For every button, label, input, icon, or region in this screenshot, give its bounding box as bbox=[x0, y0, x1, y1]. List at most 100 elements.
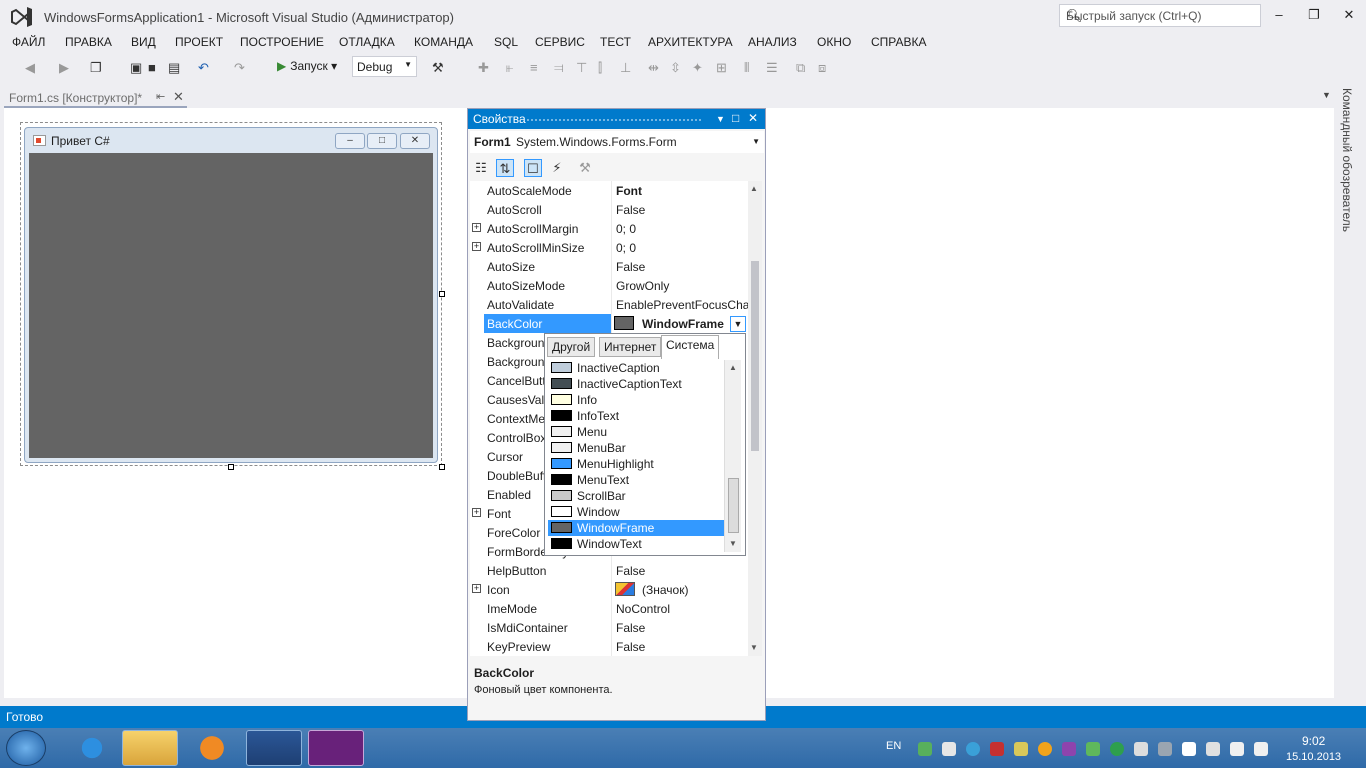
color-item[interactable]: Menu bbox=[548, 424, 724, 440]
back-icon[interactable]: ◀ bbox=[25, 60, 35, 76]
vertical-spacing-icon[interactable]: ☰ bbox=[766, 60, 778, 76]
menu-help[interactable]: СПРАВКА bbox=[871, 35, 927, 49]
new-project-icon[interactable]: ❐ bbox=[90, 60, 102, 76]
tray-app-icon[interactable] bbox=[942, 742, 956, 756]
menu-view[interactable]: ВИД bbox=[131, 35, 156, 49]
menu-debug[interactable]: ОТЛАДКА bbox=[339, 35, 395, 49]
maximize-icon[interactable]: □ bbox=[732, 111, 739, 125]
color-item[interactable]: Window bbox=[548, 504, 724, 520]
align-middle-icon[interactable]: ⫿ bbox=[598, 60, 602, 76]
align-right-icon[interactable]: ⫤ bbox=[554, 60, 564, 76]
properties-header[interactable]: Свойства ▼ □ ✕ bbox=[468, 109, 765, 129]
align-center-icon[interactable]: ≡ bbox=[530, 60, 538, 75]
visual-studio-taskbar-icon[interactable] bbox=[308, 730, 364, 766]
close-icon[interactable]: ✕ bbox=[748, 111, 758, 125]
property-row[interactable]: AutoSize False bbox=[470, 257, 748, 276]
pin-icon[interactable]: ⇤ bbox=[156, 90, 165, 103]
menu-build[interactable]: ПОСТРОЕНИЕ bbox=[240, 35, 324, 49]
form-close-button[interactable]: ✕ bbox=[400, 133, 430, 149]
tray-volume-icon[interactable] bbox=[1254, 742, 1268, 756]
clock-date[interactable]: 15.10.2013 bbox=[1286, 751, 1341, 763]
scroll-thumb[interactable] bbox=[751, 261, 759, 451]
form-minimize-button[interactable]: – bbox=[335, 133, 365, 149]
tray-app-icon[interactable] bbox=[1158, 742, 1172, 756]
property-row[interactable]: AutoSizeMode GrowOnly bbox=[470, 276, 748, 295]
internet-explorer-icon[interactable] bbox=[64, 730, 120, 766]
color-item[interactable]: InfoText bbox=[548, 408, 724, 424]
word-icon[interactable] bbox=[246, 730, 302, 766]
color-item[interactable]: Info bbox=[548, 392, 724, 408]
file-explorer-icon[interactable] bbox=[122, 730, 178, 766]
property-value[interactable]: EnablePreventFocusChange bbox=[616, 298, 748, 314]
color-item[interactable]: InactiveCaptionText bbox=[548, 376, 724, 392]
same-height-icon[interactable]: ⇳ bbox=[670, 60, 681, 76]
tray-display-icon[interactable] bbox=[1134, 742, 1148, 756]
property-row[interactable]: IsMdiContainer False bbox=[470, 618, 748, 637]
property-value[interactable]: 0; 0 bbox=[616, 222, 748, 238]
scroll-down-icon[interactable]: ▼ bbox=[750, 643, 758, 652]
send-back-icon[interactable]: ⧈ bbox=[818, 60, 826, 76]
property-value[interactable]: False bbox=[616, 621, 748, 637]
property-row[interactable]: HelpButton False bbox=[470, 561, 748, 580]
color-item[interactable]: MenuHighlight bbox=[548, 456, 724, 472]
property-row[interactable]: + Icon (Значок) bbox=[470, 580, 748, 599]
tab-system[interactable]: Система bbox=[661, 335, 720, 359]
property-row[interactable]: AutoScroll False bbox=[470, 200, 748, 219]
tray-app-icon[interactable] bbox=[990, 742, 1004, 756]
menu-team[interactable]: КОМАНДА bbox=[414, 35, 473, 49]
tray-network-icon[interactable] bbox=[966, 742, 980, 756]
expand-icon[interactable]: + bbox=[472, 508, 481, 517]
align-top-icon[interactable]: ⊤ bbox=[576, 60, 587, 76]
color-item[interactable]: MenuBar bbox=[548, 440, 724, 456]
start-button[interactable] bbox=[6, 730, 46, 766]
property-value[interactable]: GrowOnly bbox=[616, 279, 748, 295]
expand-icon[interactable]: + bbox=[472, 242, 481, 251]
tab-web[interactable]: Интернет bbox=[599, 337, 662, 357]
property-row[interactable]: AutoValidate EnablePreventFocusChange bbox=[470, 295, 748, 314]
property-value[interactable]: Font bbox=[616, 184, 748, 200]
save-icon[interactable]: ■ bbox=[148, 60, 156, 75]
color-item[interactable]: WindowText bbox=[548, 536, 724, 552]
tray-signal-icon[interactable] bbox=[1230, 742, 1244, 756]
media-player-icon[interactable] bbox=[184, 730, 240, 766]
color-item[interactable]: WindowFrame bbox=[548, 520, 724, 536]
color-item[interactable]: ScrollBar bbox=[548, 488, 724, 504]
property-value[interactable]: False bbox=[616, 260, 748, 276]
form-maximize-button[interactable]: □ bbox=[367, 133, 397, 149]
close-tab-icon[interactable]: ✕ bbox=[173, 89, 184, 105]
bring-front-icon[interactable]: ⧉ bbox=[796, 60, 805, 76]
minimize-button[interactable]: – bbox=[1262, 4, 1296, 26]
menu-tools[interactable]: СЕРВИС bbox=[535, 35, 585, 49]
tray-update-icon[interactable] bbox=[1110, 742, 1124, 756]
property-row[interactable]: KeyPreview False bbox=[470, 637, 748, 656]
properties-icon[interactable]: ☐ bbox=[524, 159, 542, 177]
scroll-thumb[interactable] bbox=[728, 478, 739, 533]
property-pages-icon[interactable]: ⚒ bbox=[576, 159, 594, 177]
menu-window[interactable]: ОКНО bbox=[817, 35, 851, 49]
same-width-icon[interactable]: ⇹ bbox=[648, 60, 659, 76]
property-value[interactable]: False bbox=[616, 640, 748, 656]
scroll-up-icon[interactable]: ▲ bbox=[750, 184, 758, 193]
configuration-select[interactable]: Debug ▼ bbox=[352, 56, 417, 77]
menu-file[interactable]: ФАЙЛ bbox=[12, 35, 45, 49]
property-grid-scrollbar[interactable]: ▲ ▼ bbox=[748, 181, 762, 656]
restore-button[interactable]: ❐ bbox=[1297, 4, 1331, 26]
menu-edit[interactable]: ПРАВКА bbox=[65, 35, 112, 49]
tray-flag-icon[interactable] bbox=[1182, 742, 1196, 756]
alphabetical-icon[interactable]: ⇅ bbox=[496, 159, 514, 177]
backcolor-value[interactable]: WindowFrame bbox=[642, 317, 724, 331]
property-row[interactable]: AutoScaleMode Font bbox=[470, 181, 748, 200]
undo-icon[interactable]: ↶ bbox=[198, 60, 209, 76]
clock-time[interactable]: 9:02 bbox=[1302, 734, 1325, 748]
align-left-icon[interactable]: ⫦ bbox=[506, 60, 513, 76]
expand-icon[interactable]: + bbox=[472, 223, 481, 232]
tray-app-icon[interactable] bbox=[918, 742, 932, 756]
align-grid-icon[interactable]: ✚ bbox=[478, 60, 489, 76]
property-value[interactable]: 0; 0 bbox=[616, 241, 748, 257]
resize-handle-corner[interactable] bbox=[439, 464, 445, 470]
property-row[interactable]: + AutoScrollMinSize 0; 0 bbox=[470, 238, 748, 257]
tab-custom[interactable]: Другой bbox=[547, 337, 596, 357]
tray-app-icon[interactable] bbox=[1014, 742, 1028, 756]
categorized-icon[interactable]: ☷ bbox=[472, 159, 490, 177]
dropdown-icon[interactable]: ▼ bbox=[716, 114, 725, 124]
